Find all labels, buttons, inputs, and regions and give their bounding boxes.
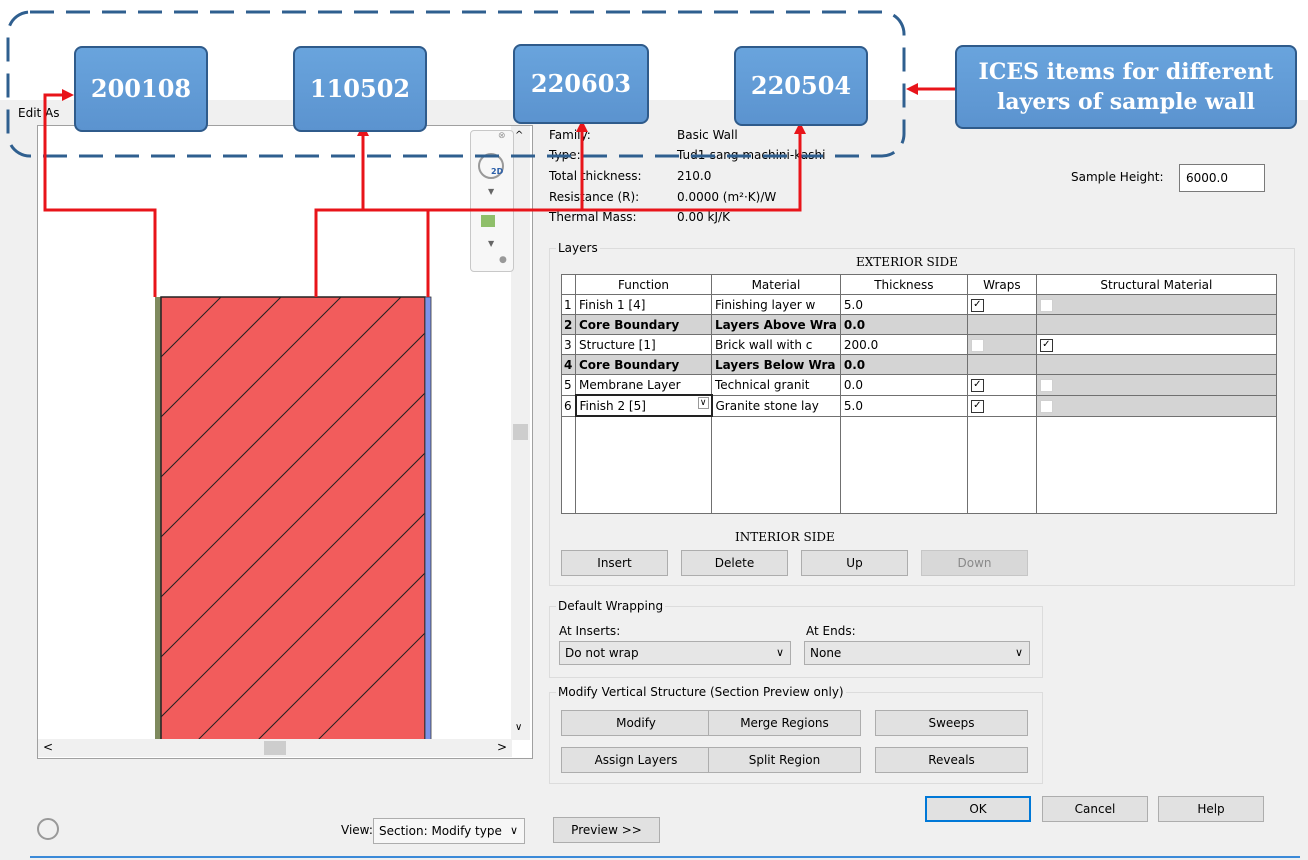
caption-line-1: ICES items for different [978, 59, 1274, 85]
ices-code-callout-3: 220603 [513, 44, 649, 124]
caption-line-2: layers of sample wall [996, 89, 1256, 115]
ices-code-callout-2: 110502 [293, 46, 427, 132]
ices-code-callout-1: 200108 [74, 46, 208, 132]
ices-caption-callout: ICES items for different layers of sampl… [955, 45, 1297, 129]
ices-code-callout-4: 220504 [734, 46, 868, 126]
